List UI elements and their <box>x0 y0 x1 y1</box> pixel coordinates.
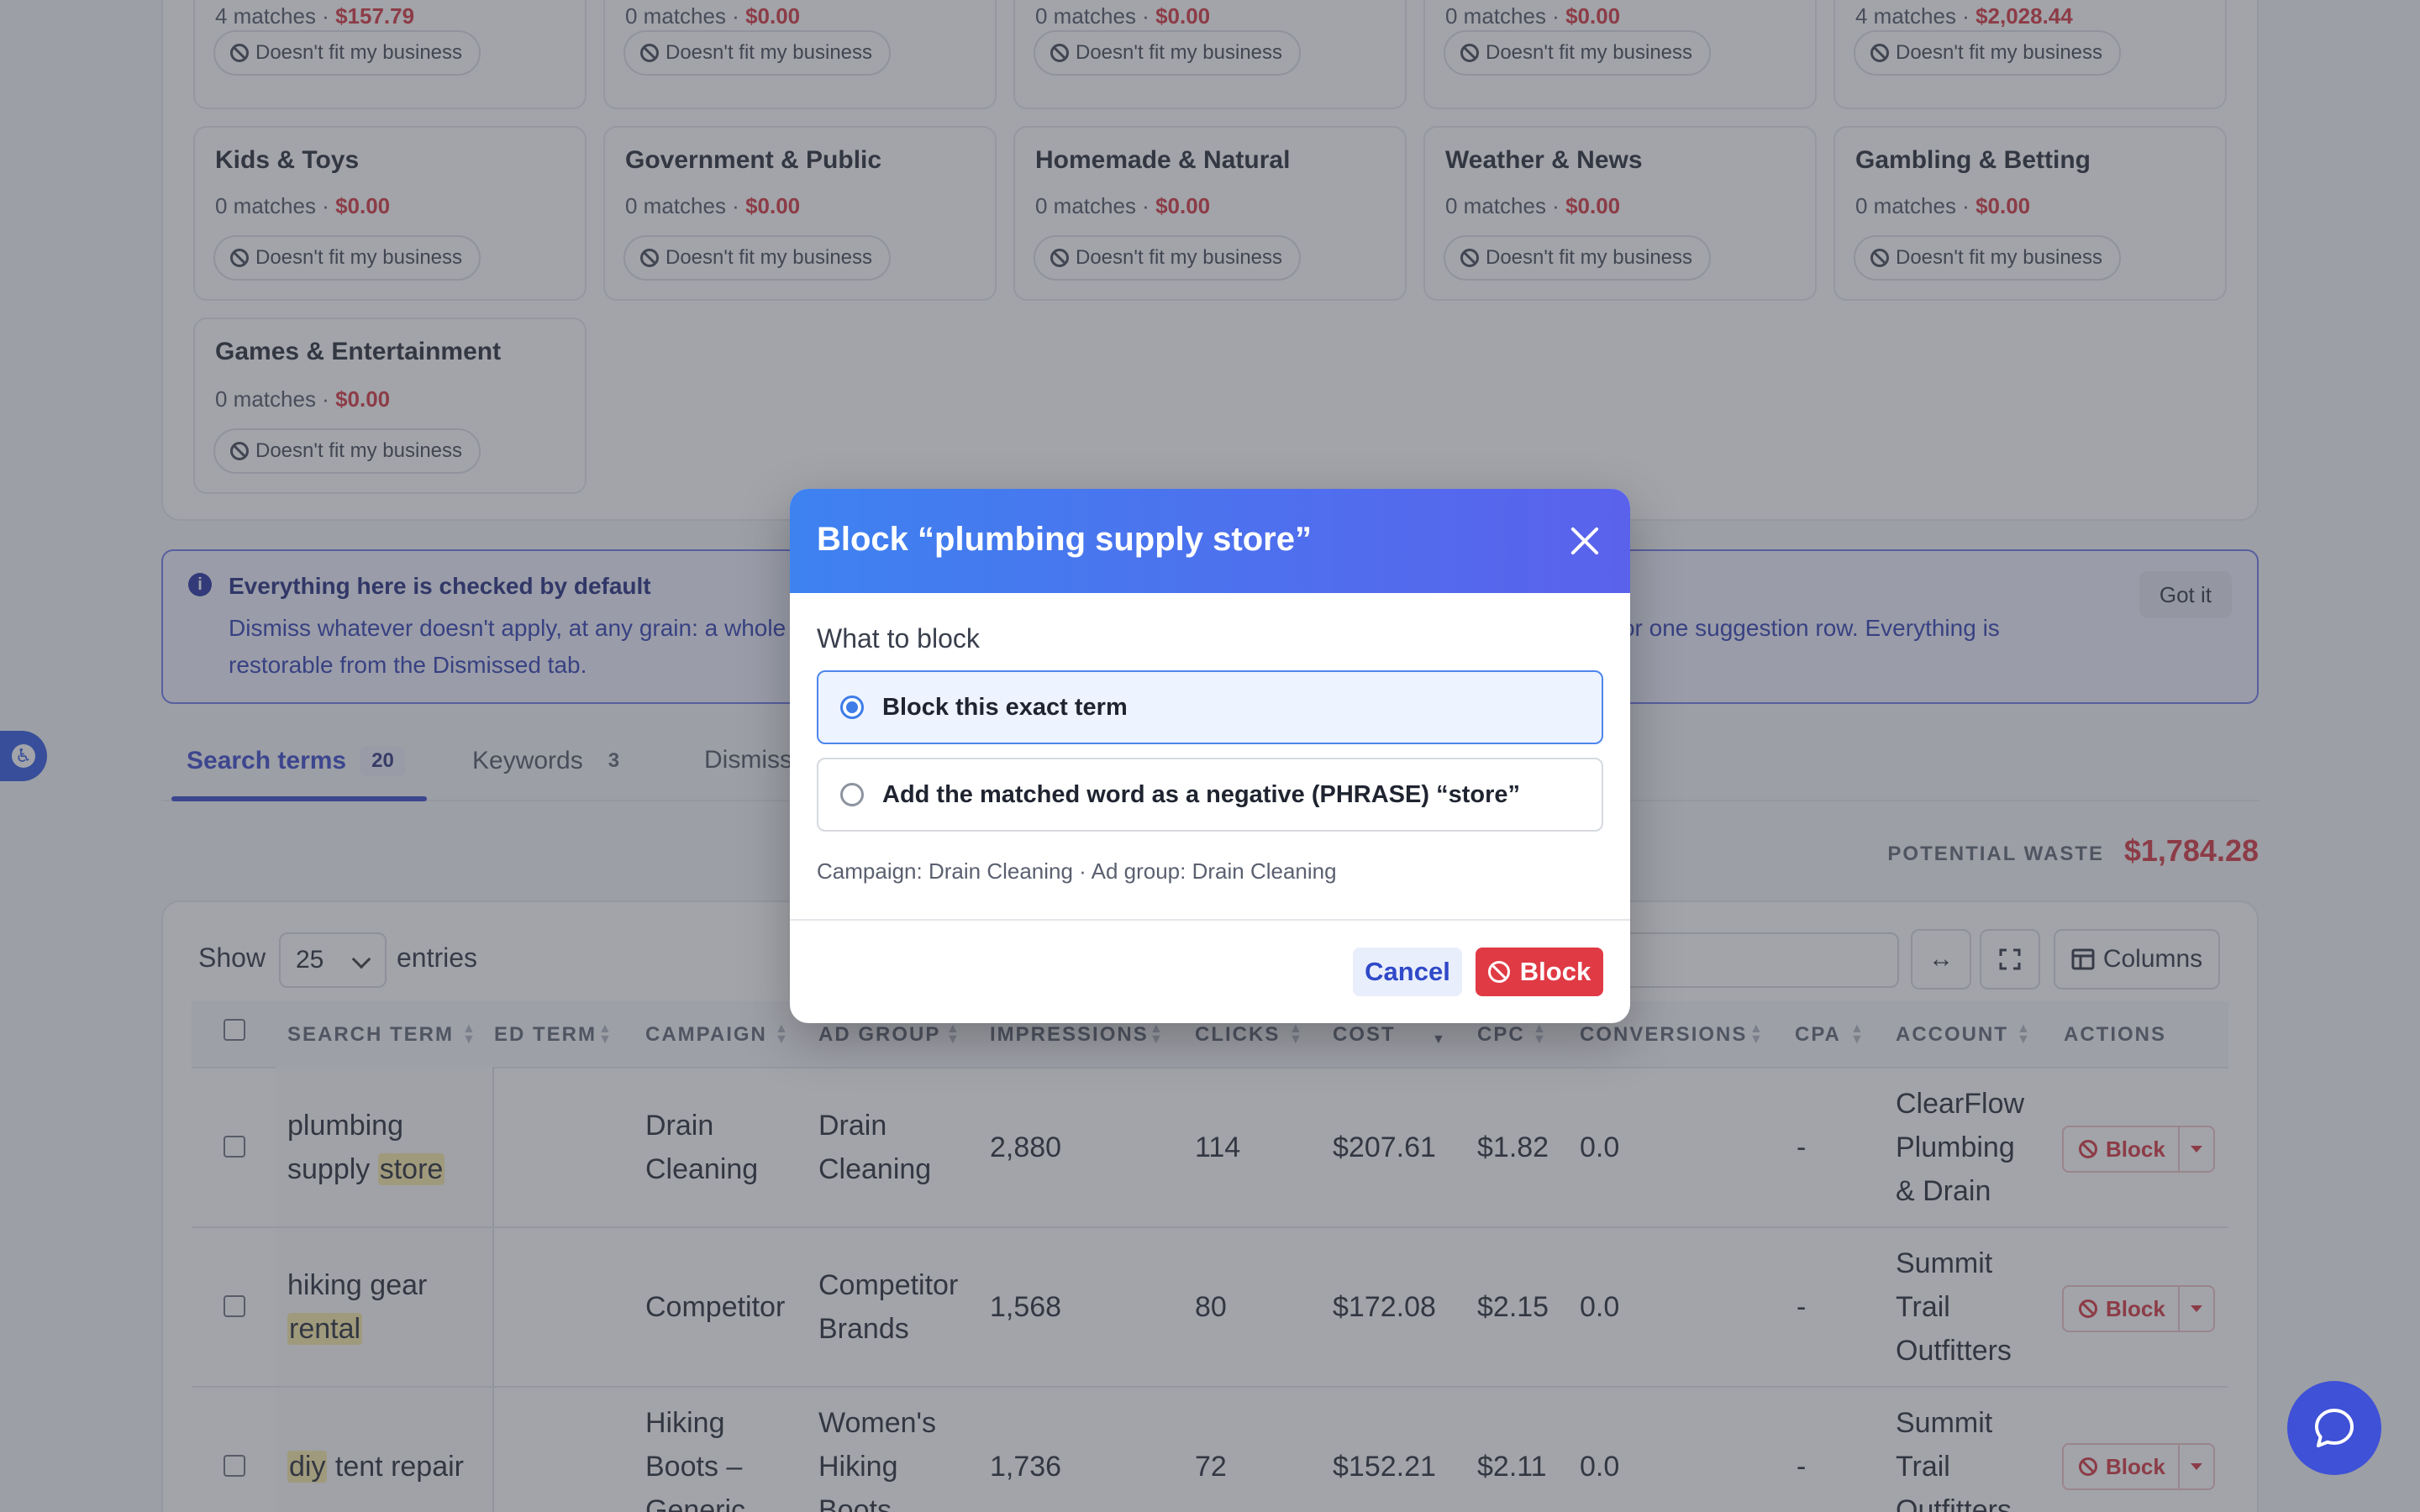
chat-bubble-icon <box>2315 1409 2354 1447</box>
close-icon[interactable] <box>1560 516 1610 566</box>
modal-divider <box>790 919 1630 921</box>
radio-selected[interactable] <box>840 696 864 719</box>
option-block-exact-term[interactable]: Block this exact term <box>817 670 1603 744</box>
option-add-phrase-negative[interactable]: Add the matched word as a negative (PHRA… <box>817 758 1603 832</box>
chat-widget-button[interactable] <box>2287 1381 2381 1475</box>
block-term-modal: Block “plumbing supply store” What to bl… <box>790 489 1630 1023</box>
what-to-block-label: What to block <box>817 623 980 654</box>
modal-context: Campaign: Drain Cleaning · Ad group: Dra… <box>817 858 1337 884</box>
cancel-button[interactable]: Cancel <box>1353 948 1462 996</box>
modal-title: Block “plumbing supply store” <box>817 521 1312 558</box>
block-button[interactable]: Block <box>1476 948 1603 996</box>
ban-icon <box>1487 961 1510 983</box>
radio-unselected[interactable] <box>840 783 864 806</box>
